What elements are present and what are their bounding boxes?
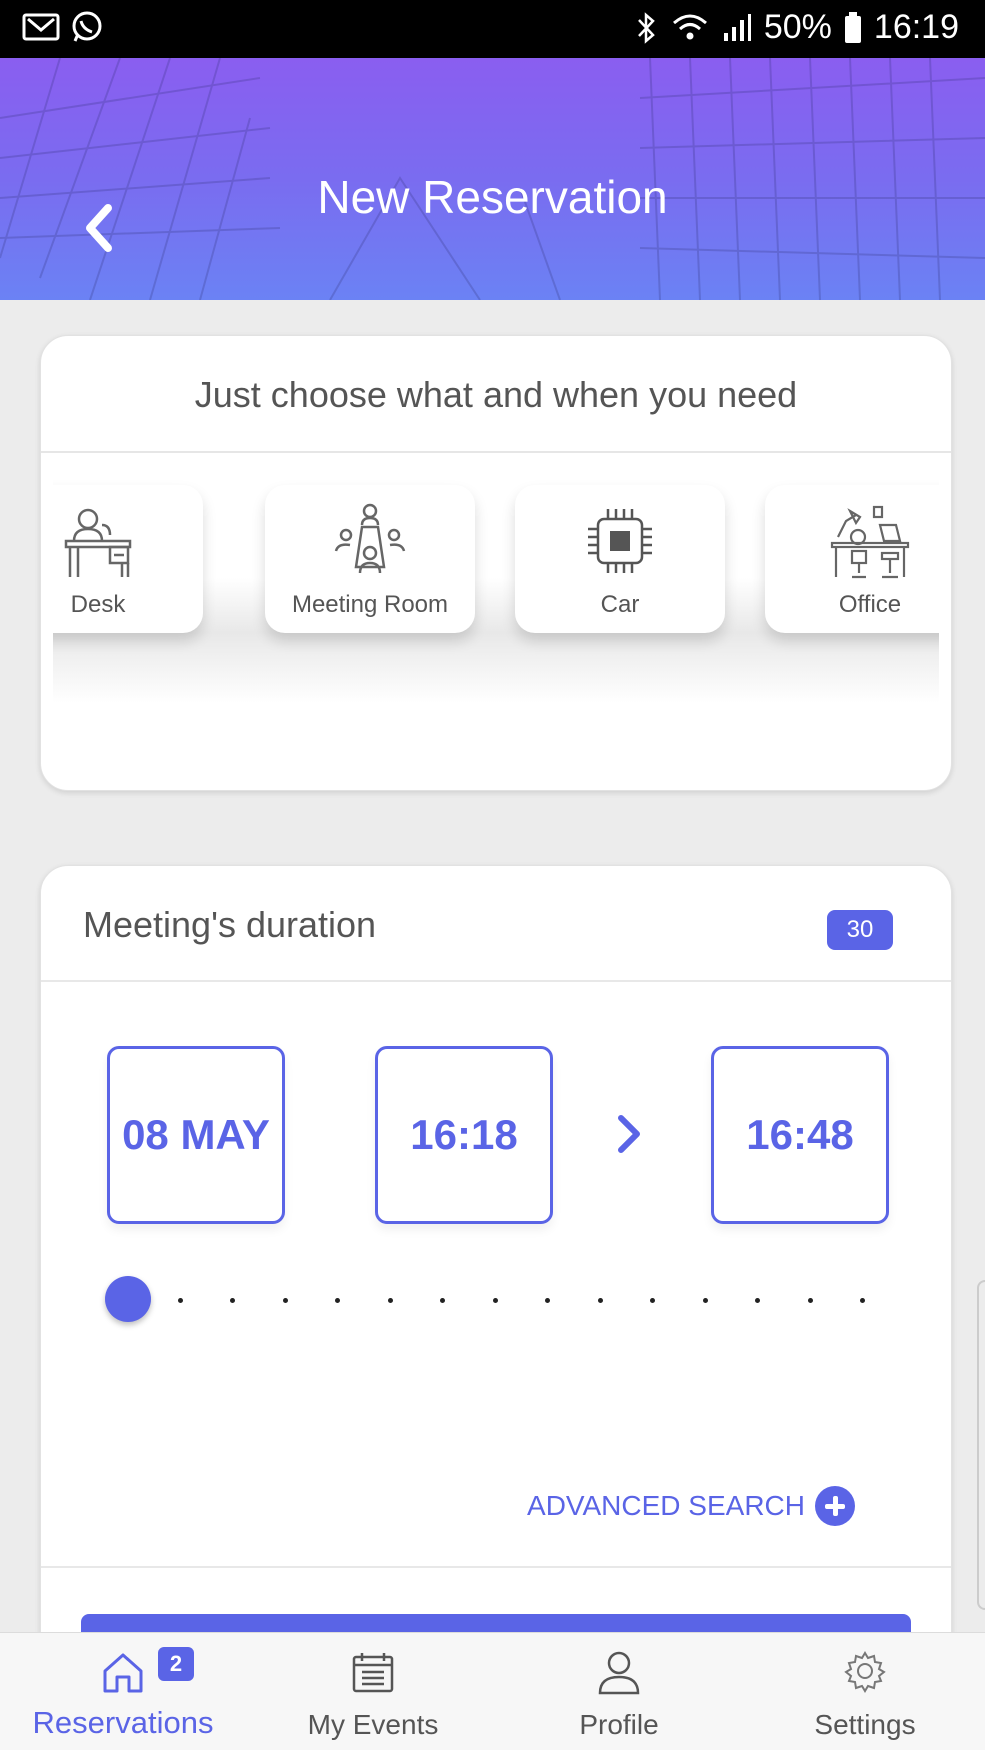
app-header: New Reservation	[0, 58, 985, 300]
slider-track[interactable]	[125, 1298, 865, 1303]
chevron-right-icon	[618, 1115, 640, 1153]
duration-slider[interactable]	[105, 1274, 865, 1324]
slider-tick	[807, 1298, 813, 1303]
slider-tick	[650, 1298, 655, 1303]
slider-tick	[702, 1298, 708, 1303]
nav-profile[interactable]: Profile	[496, 1633, 742, 1750]
home-icon	[103, 1653, 143, 1693]
notification-icons	[22, 10, 104, 44]
resource-tile-meeting-room[interactable]: Meeting Room	[265, 485, 475, 633]
nav-reservations[interactable]: 2 Reservations	[0, 1633, 246, 1750]
clock: 16:19	[873, 8, 959, 46]
slider-thumb[interactable]	[105, 1276, 151, 1322]
bottom-navigation: 2 Reservations My Events Profile Setting…	[0, 1632, 985, 1750]
calendar-icon	[352, 1653, 394, 1693]
desk-icon	[64, 508, 132, 577]
divider	[41, 980, 951, 982]
wifi-icon	[670, 11, 710, 45]
resource-label: Car	[600, 591, 640, 618]
gear-icon	[844, 1651, 886, 1693]
slider-tick	[860, 1298, 865, 1303]
advanced-search-button[interactable]: ADVANCED SEARCH	[527, 1486, 855, 1526]
reservations-count-badge: 2	[158, 1647, 194, 1681]
divider	[41, 1566, 951, 1568]
page-title: New Reservation	[317, 171, 668, 223]
date-picker[interactable]: 08 MAY	[107, 1046, 285, 1224]
end-time-picker[interactable]: 16:48	[711, 1046, 889, 1224]
resource-label: Office	[838, 591, 902, 618]
battery-percent: 50%	[763, 8, 832, 46]
start-time-picker[interactable]: 16:18	[375, 1046, 553, 1224]
resource-carousel[interactable]: Desk Meeting Room Car Office	[53, 453, 939, 703]
slider-tick	[335, 1298, 340, 1303]
nav-my-events[interactable]: My Events	[250, 1633, 496, 1750]
resource-tile-office[interactable]: Office	[765, 485, 939, 633]
slider-tick	[492, 1298, 498, 1303]
duration-card: Meeting's duration 30 08 MAY 16:18 16:48…	[40, 865, 952, 1750]
duration-title: Meeting's duration	[83, 904, 377, 945]
resource-chooser-card: Just choose what and when you need Desk …	[40, 335, 952, 791]
slider-tick	[440, 1298, 445, 1303]
status-bar: 50% 16:19	[0, 0, 985, 58]
slider-tick	[545, 1298, 550, 1303]
resource-tile-desk[interactable]: Desk	[53, 485, 203, 633]
nav-label: Settings	[814, 1709, 916, 1740]
signal-icon	[722, 11, 752, 45]
nav-settings[interactable]: Settings	[742, 1633, 985, 1750]
bluetooth-icon	[634, 11, 658, 45]
gmail-icon	[22, 12, 60, 42]
resource-tile-car[interactable]: Car	[515, 485, 725, 633]
slider-tick	[387, 1298, 393, 1303]
slider-tick	[755, 1298, 760, 1303]
chip-icon	[588, 509, 652, 573]
slider-tick	[282, 1298, 288, 1303]
resource-label: Meeting Room	[291, 591, 449, 618]
nav-label: Reservations	[32, 1705, 214, 1740]
chooser-heading: Just choose what and when you need	[194, 374, 798, 415]
advanced-search-label: ADVANCED SEARCH	[527, 1490, 805, 1521]
slider-tick	[177, 1298, 183, 1303]
plus-circle-icon	[815, 1486, 855, 1526]
office-icon	[830, 505, 910, 579]
slider-tick	[597, 1298, 603, 1303]
whatsapp-icon	[70, 10, 104, 44]
nav-label: Profile	[579, 1709, 659, 1740]
resource-label: Desk	[70, 591, 126, 618]
nav-label: My Events	[307, 1709, 439, 1740]
user-icon	[598, 1651, 640, 1695]
slider-tick	[230, 1298, 235, 1303]
meeting-room-icon	[334, 503, 406, 574]
duration-badge: 30	[827, 910, 893, 950]
battery-icon	[844, 11, 862, 44]
system-indicators: 50% 16:19	[634, 8, 959, 47]
scroll-indicator[interactable]	[977, 1280, 985, 1610]
